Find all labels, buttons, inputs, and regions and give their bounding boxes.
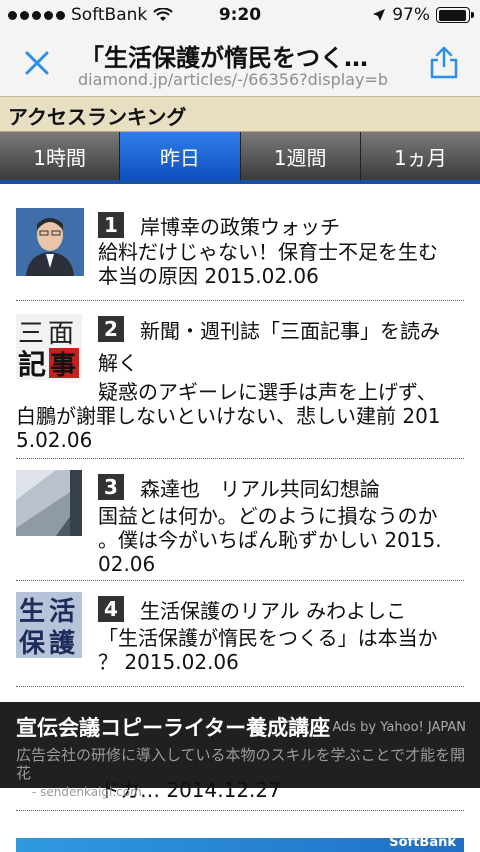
banner-label: SoftBank xyxy=(389,835,456,850)
bottom-banner[interactable]: SoftBank xyxy=(16,835,464,852)
tab-1-month[interactable]: 1ヵ月 xyxy=(360,132,480,180)
ad-source: - sendenkaigi.com xyxy=(32,785,142,799)
battery-percent: 97% xyxy=(392,5,430,25)
ad-attribution: Ads by Yahoo! JAPAN xyxy=(332,720,466,735)
item-3-headline-line1[interactable]: 国益とは何か。どのように損なうのか xyxy=(98,504,438,528)
item-4-headline-line2[interactable]: ？ 2015.02.06 xyxy=(98,650,239,674)
tab-1-hour[interactable]: 1時間 xyxy=(0,132,121,180)
item-1-headline-line1[interactable]: 給料だけじゃない！保育士不足を生む xyxy=(98,240,438,264)
item-series: 2 新聞・週刊誌「三面記事」を読み xyxy=(98,316,464,346)
tab-1-week[interactable]: 1週間 xyxy=(240,132,361,180)
thumbnail-portrait xyxy=(16,208,84,276)
location-arrow-icon xyxy=(373,9,386,21)
item-separator xyxy=(16,810,464,811)
browser-nav-bar: 「生活保護が惰民をつく… diamond.jp/articles/-/66356… xyxy=(0,32,480,96)
tabs-divider xyxy=(0,180,480,184)
item-series: 4 生活保護のリアル みわよしこ xyxy=(98,596,464,626)
item-separator xyxy=(16,300,464,301)
thumbnail-abstract xyxy=(16,470,82,536)
item-separator xyxy=(16,686,464,687)
battery-icon xyxy=(436,7,474,23)
rank-number: 1 xyxy=(98,212,124,238)
svg-text:護: 護 xyxy=(49,628,76,658)
ranking-header: アクセスランキング xyxy=(0,96,480,132)
item-1-headline-line2[interactable]: 本当の原因 2015.02.06 xyxy=(98,264,319,288)
item-2-headline-line1[interactable]: 疑惑のアギーレに選手は声を上げず、 xyxy=(98,380,437,404)
page-url: diamond.jp/articles/-/66356?display=b xyxy=(78,70,388,89)
item-3-headline-line3[interactable]: 02.06 xyxy=(98,552,155,576)
ad-banner[interactable]: 宣伝会議コピーライター養成講座 Ads by Yahoo! JAPAN 広告会社… xyxy=(0,702,480,799)
ranking-tabs: 1時間 昨日 1週間 1ヵ月 xyxy=(0,132,480,180)
svg-text:記: 記 xyxy=(18,348,46,380)
status-right: 97% xyxy=(372,5,474,25)
ad-description: 広告会社の研修に導入している本物のスキルを学ぶことで才能を開花 - sendenk… xyxy=(16,746,466,799)
item-series: 1 岸博幸の政策ウォッチ xyxy=(98,212,464,242)
item-2-headline-line3[interactable]: 5.02.06 xyxy=(16,428,92,452)
item-series: 3 森達也 リアル共同幻想論 xyxy=(98,474,464,504)
item-separator xyxy=(16,458,464,459)
svg-text:三: 三 xyxy=(18,319,44,349)
rank-number: 2 xyxy=(98,316,124,342)
thumbnail-seikatsu-hogo: 生 活 保 護 xyxy=(16,592,82,658)
rank-number: 4 xyxy=(98,596,124,622)
svg-text:事: 事 xyxy=(50,351,76,380)
share-icon[interactable] xyxy=(428,44,460,80)
svg-text:生: 生 xyxy=(19,597,45,627)
svg-text:面: 面 xyxy=(48,319,74,349)
page-title: 「生活保護が惰民をつく… xyxy=(80,44,368,72)
item-4-headline-line1[interactable]: 「生活保護が惰民をつくる」は本当か xyxy=(98,626,438,650)
item-2-series-line2: 解く xyxy=(98,351,138,375)
status-bar: SoftBank 9:20 97% xyxy=(0,0,480,32)
item-3-headline-line2[interactable]: 。僕は今がいちばん恥ずかしい 2015. xyxy=(98,528,442,552)
tab-yesterday[interactable]: 昨日 xyxy=(120,132,241,180)
close-icon[interactable] xyxy=(22,48,52,78)
thumbnail-sanmen-kiji: 三 面 記 事 xyxy=(16,314,82,380)
ranking-header-label: アクセスランキング xyxy=(8,105,187,129)
item-separator xyxy=(16,580,464,581)
item-2-headline-line2[interactable]: 白鵬が謝罪しないといけない、悲しい建前 201 xyxy=(16,404,441,428)
ad-title[interactable]: 宣伝会議コピーライター養成講座 xyxy=(16,712,330,742)
svg-text:活: 活 xyxy=(49,597,75,627)
rank-number: 3 xyxy=(98,474,124,500)
svg-text:保: 保 xyxy=(18,629,46,658)
